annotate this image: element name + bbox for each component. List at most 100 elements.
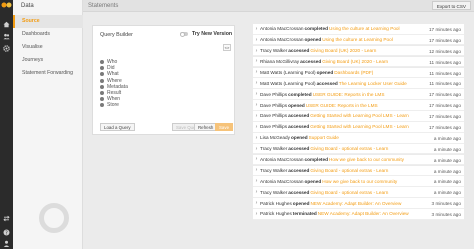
help-icon[interactable]: ?	[3, 229, 10, 236]
statement-object[interactable]: NEW Academy: Adapt Builder: An Overview	[318, 211, 409, 216]
statement-row[interactable]: › Patrick HughesopenedNEW Academy: Adapt …	[253, 198, 464, 209]
sidebar-item-dashboards[interactable]: Dashboards	[13, 28, 83, 41]
statement-object[interactable]: USER GUIDE: Reports in the LMS	[306, 103, 378, 108]
statement-row[interactable]: › Antonia MacCrossanopenedHow we give bac…	[253, 176, 464, 188]
chevron-right-icon[interactable]: ›	[253, 80, 260, 86]
statement-object[interactable]: Giving Board (UK) 2020 - Learn	[310, 48, 376, 53]
chevron-right-icon[interactable]: ›	[253, 26, 260, 32]
statement-actor: Antonia MacCrossan	[260, 26, 304, 32]
statement-row[interactable]: › Antonia MacCrossancompletedHow we give …	[253, 154, 464, 166]
statement-row[interactable]: › Antonia MacCrossancompletedUsing the cu…	[253, 24, 464, 35]
statement-object[interactable]: Giving Board (UK) 2020 - Learn	[322, 59, 388, 64]
statement-object[interactable]: Using the culture at Learning Pool	[329, 26, 400, 31]
chevron-right-icon[interactable]: ›	[253, 135, 260, 141]
statement-verb: opened	[316, 69, 334, 75]
chevron-right-icon[interactable]: ›	[253, 58, 260, 64]
statement-object[interactable]: Using the culture at Learning Pool	[322, 37, 393, 42]
statement-object[interactable]: Getting Started with Learning Pool LMS -…	[310, 124, 409, 129]
chevron-right-icon[interactable]: ›	[253, 37, 260, 43]
statement-row[interactable]: › Rhiana McGillivrayaccessedGiving Board …	[253, 56, 464, 68]
new-version-toggle[interactable]	[180, 31, 188, 37]
statement-row[interactable]: › Tracy WalkeraccessedGiving Board - opti…	[253, 143, 464, 155]
statement-row[interactable]: › Lisa McGeadyopenedSupport Guide a minute…	[253, 132, 464, 144]
statement-row[interactable]: › Matt Watts (Learning Pool)openedDashboa…	[253, 67, 464, 79]
statement-object[interactable]: How we give back to our community	[322, 179, 397, 184]
query-builder-title: Query Builder	[100, 32, 133, 38]
load-query-button[interactable]: Load a Query	[100, 123, 135, 131]
statement-row[interactable]: › Dave PhillipsaccessedGetting Started wi…	[253, 122, 464, 133]
exchange-icon[interactable]	[3, 215, 10, 222]
chevron-right-icon[interactable]: ›	[253, 200, 260, 206]
statement-object[interactable]: How we give back to our community	[329, 157, 404, 162]
statement-actor: Dave Phillips	[260, 102, 288, 108]
statement-object[interactable]: NEW Academy: Adapt Builder: An Overview	[310, 201, 401, 206]
statement-time: a minute ago	[431, 157, 461, 163]
statement-row[interactable]: › Patrick HughesterminatedNEW Academy: Ad…	[253, 209, 464, 220]
statement-actor: Tracy Walker	[260, 189, 288, 195]
statement-object[interactable]: The Learning Locker User Guide	[339, 81, 407, 86]
statement-object[interactable]: Dashboards (PDF)	[334, 70, 373, 75]
statement-text: Tracy WalkeraccessedGiving Board - optio…	[260, 190, 388, 195]
refresh-button[interactable]: Refresh	[194, 123, 218, 131]
statement-row[interactable]: › Matt Watts (Learning Pool)accessedThe L…	[253, 78, 464, 90]
query-builder-panel: Query Builder Try New Version <> Who Did…	[92, 25, 235, 135]
chevron-right-icon[interactable]: ›	[253, 211, 260, 217]
plus-circle-icon	[100, 78, 104, 83]
chevron-right-icon[interactable]: ›	[253, 146, 260, 152]
chevron-right-icon[interactable]: ›	[253, 167, 260, 173]
statement-row[interactable]: › Dave PhillipsopenedUSER GUIDE: Reports …	[253, 100, 464, 111]
statement-time: a minute ago	[431, 146, 461, 152]
save-button[interactable]: Save	[215, 123, 234, 131]
statement-actor: Dave Phillips	[260, 91, 288, 97]
statement-object[interactable]: Giving Board - optional extras - Learn	[310, 190, 388, 195]
statement-text: Tracy WalkeraccessedGiving Board - optio…	[260, 168, 388, 173]
chevron-right-icon[interactable]: ›	[253, 113, 260, 119]
home-icon[interactable]	[3, 21, 10, 28]
sidebar-item-source[interactable]: Source	[13, 15, 83, 28]
statement-actor: Tracy Walker	[260, 48, 288, 54]
sidebar: Data Source Dashboards Visualise Journey…	[13, 0, 83, 249]
chevron-right-icon[interactable]: ›	[253, 189, 260, 195]
statement-object[interactable]: Giving Board - optional extras - Learn	[310, 168, 388, 173]
statement-actor: Antonia MacCrossan	[260, 178, 304, 184]
chevron-right-icon[interactable]: ›	[253, 124, 260, 130]
statement-text: Dave PhillipscompletedUSER GUIDE: Report…	[260, 92, 384, 97]
statement-actor: Lisa McGeady	[260, 135, 290, 141]
page-title: Statements	[88, 3, 119, 9]
statement-object[interactable]: Getting Started with Learning Pool LMS -…	[310, 113, 409, 118]
export-csv-button[interactable]: Export to CSV	[431, 1, 471, 10]
plus-circle-icon	[100, 72, 104, 77]
sidebar-item-journeys[interactable]: Journeys	[13, 54, 83, 67]
sidebar-title: Data	[21, 3, 34, 9]
statement-object[interactable]: Giving Board - optional extras - Learn	[310, 146, 388, 151]
statement-actor: Patrick Hughes	[260, 200, 292, 206]
chevron-right-icon[interactable]: ›	[253, 69, 260, 75]
chevron-right-icon[interactable]: ›	[253, 48, 260, 54]
chevron-right-icon[interactable]: ›	[253, 178, 260, 184]
statement-verb: accessed	[288, 48, 310, 54]
plus-circle-icon	[100, 84, 104, 89]
query-field-store[interactable]: Store	[100, 102, 128, 108]
statement-object[interactable]: USER GUIDE: Reports in the LMS	[313, 92, 385, 97]
statement-row[interactable]: › Antonia MacCrossanopenedUsing the cultu…	[253, 34, 464, 46]
user-icon[interactable]	[3, 240, 10, 247]
sidebar-item-visualise[interactable]: Visualise	[13, 41, 83, 54]
statement-row[interactable]: › Tracy WalkeraccessedGiving Board - opti…	[253, 187, 464, 198]
expand-icon[interactable]: <>	[223, 44, 231, 51]
chevron-right-icon[interactable]: ›	[253, 102, 260, 108]
statement-time: 17 minutes ago	[426, 37, 461, 43]
people-icon[interactable]	[3, 33, 10, 40]
statement-text: Antonia MacCrossanopenedUsing the cultur…	[260, 37, 393, 42]
statement-row[interactable]: › Tracy WalkeraccessedGiving Board (UK) 2…	[253, 45, 464, 57]
statement-row[interactable]: › Dave PhillipscompletedUSER GUIDE: Repor…	[253, 89, 464, 100]
chevron-right-icon[interactable]: ›	[253, 91, 260, 97]
statement-row[interactable]: › Tracy WalkeraccessedGiving Board - opti…	[253, 165, 464, 177]
gear-icon[interactable]	[3, 45, 10, 52]
chevron-right-icon[interactable]: ›	[253, 156, 260, 162]
statement-time: 17 minutes ago	[426, 114, 461, 120]
new-version-label: Try New Version	[192, 31, 233, 37]
ll-logo-icon[interactable]	[1, 1, 12, 9]
sidebar-item-statement-forwarding[interactable]: Statement Forwarding	[13, 67, 83, 80]
statement-object[interactable]: Support Guide	[309, 135, 339, 140]
statement-row[interactable]: › Dave PhillipsaccessedGetting Started wi…	[253, 111, 464, 122]
